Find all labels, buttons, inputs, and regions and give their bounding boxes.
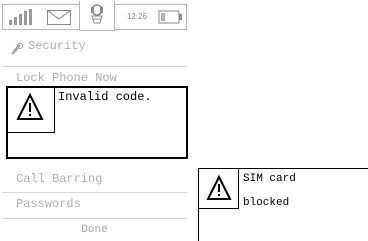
done-button-label: Done (81, 224, 108, 236)
security-menu-title: Security (2, 32, 187, 60)
menu-item-label: Passwords (16, 197, 81, 211)
battery-icon (157, 5, 187, 29)
done-button[interactable]: Done (2, 218, 187, 240)
warning-icon (7, 87, 55, 133)
invalid-code-dialog: Invalid code. (6, 86, 188, 159)
menu-item-call-barring[interactable]: Call Barring (2, 168, 187, 192)
phone-screen: 12:26 Security Lock Phone Now Call Barri… (0, 0, 189, 241)
signal-bars-icon (5, 5, 39, 29)
envelope-icon (43, 5, 75, 29)
key-icon (10, 39, 24, 67)
menu-item-passwords[interactable]: Passwords (2, 192, 187, 216)
dialog-message: Invalid code. (58, 90, 152, 104)
warning-icon (199, 169, 239, 209)
headset-icon (79, 1, 115, 31)
menu-item-label: Lock Phone Now (16, 71, 117, 85)
menu-title-label: Security (28, 39, 86, 53)
menu-item-label: Call Barring (16, 172, 103, 186)
dialog-message-line1: SIM card (243, 173, 296, 185)
clock-time: 12:26 (126, 12, 148, 21)
dialog-message-line2: blocked (243, 197, 290, 209)
sim-blocked-dialog: SIM card blocked (198, 168, 368, 241)
status-bar: 12:26 (2, 1, 187, 31)
